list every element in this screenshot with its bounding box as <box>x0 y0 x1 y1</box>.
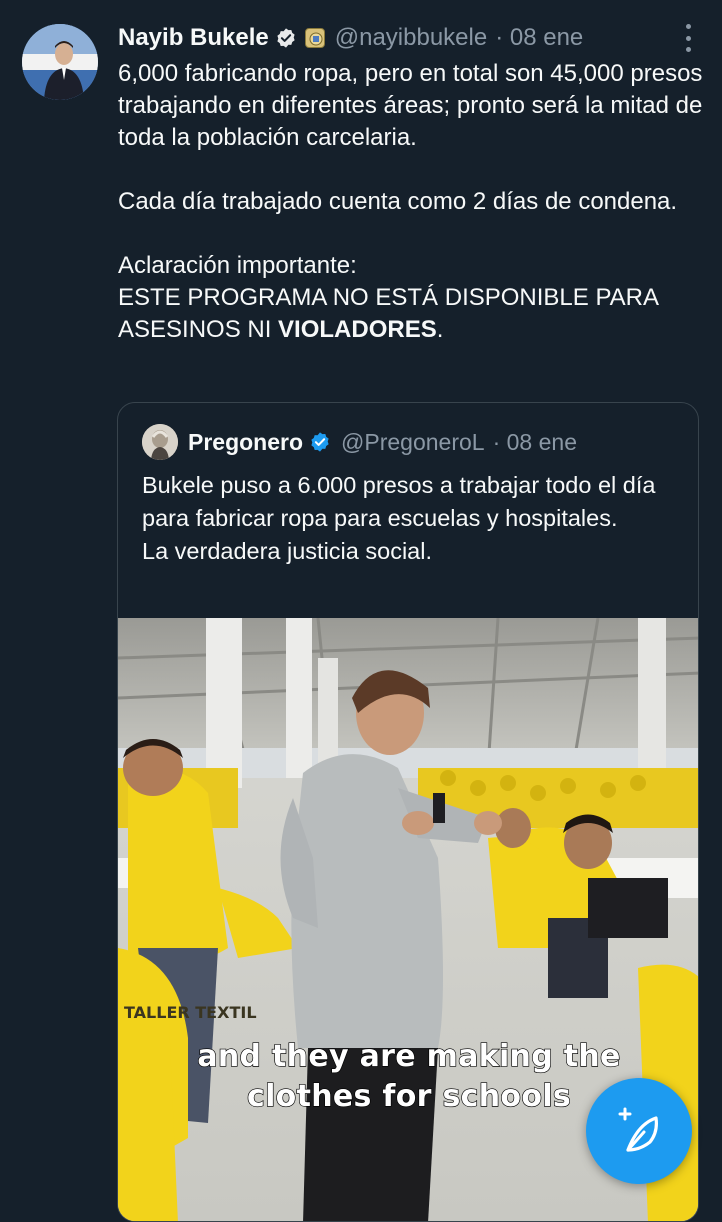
tweet-paragraph: 6,000 fabricando ropa, pero en total son… <box>118 60 703 151</box>
quoted-tweet-header: Pregonero @PregoneroL · 08 ene <box>142 423 688 461</box>
tweet[interactable]: Nayib Bukele @nayibbukele · 08 ene 6,000… <box>0 0 722 1222</box>
quoted-author-name: Pregonero <box>188 428 304 455</box>
tweet-bold-word: VIOLADORES <box>278 316 437 343</box>
quoted-author-handle: @PregoneroL <box>341 428 485 455</box>
compose-tweet-button[interactable] <box>586 1078 692 1184</box>
author-handle[interactable]: @nayibbukele <box>335 24 487 52</box>
author-name[interactable]: Nayib Bukele <box>118 24 269 52</box>
quoted-tweet-text: Bukele puso a 6.000 presos a trabajar to… <box>142 469 687 568</box>
video-sign-text: TALLER TEXTIL <box>124 1003 257 1022</box>
quoted-text-line: La verdadera justicia social. <box>142 538 432 564</box>
tweet-text: 6,000 fabricando ropa, pero en total son… <box>118 58 708 346</box>
more-options-icon[interactable] <box>684 24 692 52</box>
government-badge-icon <box>304 28 325 48</box>
tweet-paragraph: Cada día trabajado cuenta como 2 días de… <box>118 188 678 215</box>
tweet-period: . <box>436 316 444 343</box>
tweet-paragraph: Aclaración importante: ESTE PROGRAMA NO … <box>118 250 708 346</box>
verified-badge-icon <box>311 432 329 452</box>
tweet-date[interactable]: · 08 ene <box>495 24 583 52</box>
compose-tweet-icon <box>618 1107 658 1152</box>
quoted-avatar[interactable] <box>142 424 178 460</box>
verified-badge-icon <box>277 28 295 48</box>
quoted-tweet-date: · 08 ene <box>492 428 577 455</box>
quoted-text-line: Bukele puso a 6.000 presos a trabajar to… <box>142 472 656 531</box>
video-caption: and they are making the <box>197 1038 621 1074</box>
avatar[interactable] <box>22 24 98 100</box>
tweet-line: Aclaración importante: <box>118 252 357 279</box>
tweet-header: Nayib Bukele @nayibbukele · 08 ene <box>118 20 702 56</box>
